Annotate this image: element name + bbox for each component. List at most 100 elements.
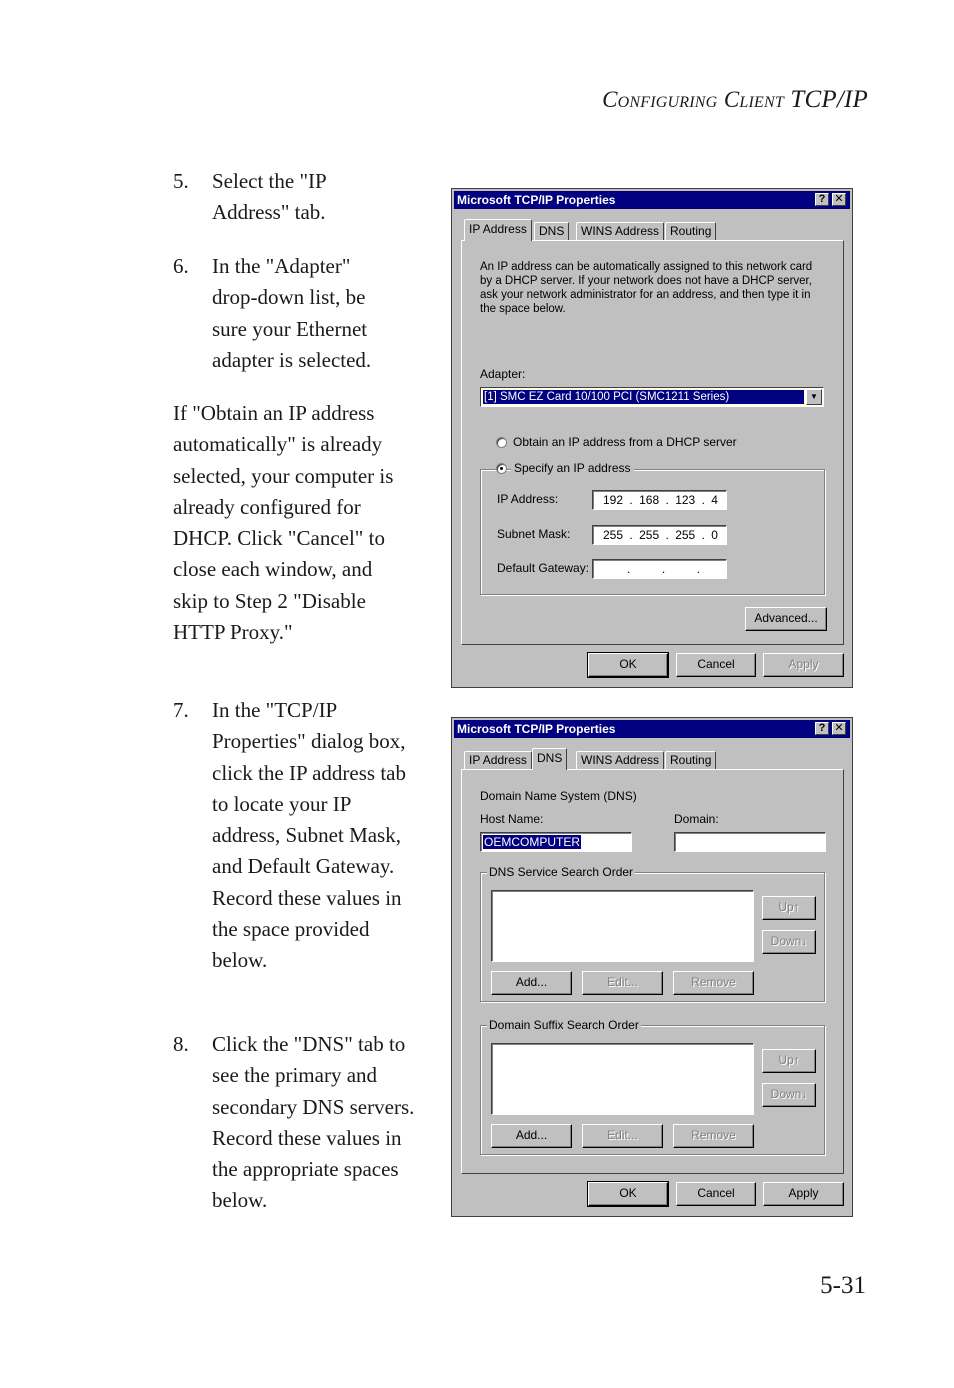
tab-routing[interactable]: Routing	[665, 222, 717, 240]
cancel-button[interactable]: Cancel	[676, 1182, 756, 1206]
suffix-up-button[interactable]: Up↑	[762, 1049, 816, 1073]
page-number: 5-31	[820, 1272, 866, 1299]
cancel-button[interactable]: Cancel	[676, 653, 756, 677]
dns-add-button[interactable]: Add...	[491, 971, 572, 995]
domain-label: Domain:	[674, 812, 719, 826]
step-number: 5.	[173, 169, 189, 193]
default-gateway-field[interactable]: ...	[592, 559, 727, 579]
adapter-dropdown[interactable]: [1] SMC EZ Card 10/100 PCI (SMC1211 Seri…	[480, 387, 824, 407]
dns-search-order-group: DNS Service Search Order Up↑ Down↓ Add..…	[480, 865, 825, 1002]
step-5: 5. Select the "IP Address" tab.	[173, 166, 373, 229]
suffix-add-button[interactable]: Add...	[491, 1124, 572, 1148]
ip-address-label: IP Address:	[497, 492, 559, 506]
suffix-search-order-label: Domain Suffix Search Order	[487, 1018, 641, 1032]
suffix-remove-button[interactable]: Remove	[673, 1124, 754, 1148]
close-button[interactable]: ✕	[832, 722, 846, 735]
dialog-title: Microsoft TCP/IP Properties	[457, 193, 616, 207]
header-word-tcpip: TCP/IP	[790, 86, 868, 113]
octet: 123	[675, 493, 696, 507]
dns-section-label: Domain Name System (DNS)	[480, 789, 637, 803]
question-icon: ?	[818, 193, 826, 205]
domain-suffix-list[interactable]	[491, 1043, 754, 1115]
ok-button[interactable]: OK	[587, 1181, 669, 1207]
ok-button[interactable]: OK	[587, 652, 669, 678]
step-text: Select the "IP Address" tab.	[212, 169, 326, 225]
dns-remove-button[interactable]: Remove	[673, 971, 754, 995]
subnet-mask-label: Subnet Mask:	[497, 527, 571, 541]
step-text: Click the "DNS" tab to see the primary a…	[212, 1032, 415, 1213]
dot: .	[629, 493, 633, 507]
advanced-button[interactable]: Advanced...	[745, 607, 827, 631]
help-button[interactable]: ?	[815, 193, 829, 206]
adapter-label: Adapter:	[480, 367, 526, 381]
host-name-value: OEMCOMPUTER	[483, 835, 581, 849]
close-button[interactable]: ✕	[832, 193, 846, 206]
tab-dns[interactable]: DNS	[534, 222, 570, 240]
header-word-client: Client	[723, 87, 784, 112]
tab-wins-address[interactable]: WINS Address	[576, 222, 665, 240]
step-text: In the "TCP/IP Properties" dialog box, c…	[212, 698, 406, 973]
dns-edit-button[interactable]: Edit...	[582, 971, 663, 995]
octet: 255	[603, 528, 624, 542]
tab-wins-address[interactable]: WINS Address	[576, 751, 665, 769]
dns-search-order-label: DNS Service Search Order	[487, 865, 636, 879]
dot: .	[696, 562, 700, 576]
dot: .	[665, 493, 669, 507]
close-icon: ✕	[834, 193, 844, 205]
octet: 192	[603, 493, 624, 507]
step-8: 8. Click the "DNS" tab to see the primar…	[173, 1029, 415, 1217]
dot: .	[665, 528, 669, 542]
dhcp-note-paragraph: If "Obtain an IP address automatically" …	[173, 401, 394, 645]
dns-up-button[interactable]: Up↑	[762, 896, 816, 920]
host-name-label: Host Name:	[480, 812, 544, 826]
dot: .	[627, 562, 631, 576]
radio-obtain-ip[interactable]	[496, 437, 507, 448]
tab-panel-ip-address: An IP address can be automatically assig…	[461, 240, 844, 645]
tab-ip-address[interactable]: IP Address	[464, 751, 532, 769]
suffix-edit-button[interactable]: Edit...	[582, 1124, 663, 1148]
apply-button[interactable]: Apply	[763, 1182, 844, 1206]
chevron-down-icon[interactable]: ▼	[806, 389, 822, 405]
title-bar: Microsoft TCP/IP Properties ? ✕	[454, 191, 850, 209]
dot: .	[701, 493, 705, 507]
ip-address-field[interactable]: 192. 168. 123. 4	[592, 490, 727, 510]
suffix-search-order-group: Domain Suffix Search Order Up↑ Down↓ Add…	[480, 1018, 825, 1155]
dot: .	[661, 562, 666, 576]
question-icon: ?	[818, 722, 826, 734]
dns-server-list[interactable]	[491, 890, 754, 962]
tab-routing[interactable]: Routing	[665, 751, 717, 769]
step-number: 7.	[173, 698, 189, 722]
tab-panel-dns: Domain Name System (DNS) Host Name: OEMC…	[461, 769, 844, 1174]
dialog-title: Microsoft TCP/IP Properties	[457, 722, 616, 736]
help-button[interactable]: ?	[815, 722, 829, 735]
octet: 0	[711, 528, 718, 542]
host-name-field[interactable]: OEMCOMPUTER	[480, 832, 632, 852]
octet: 255	[639, 528, 660, 542]
header-word-configuring: Configuring	[602, 87, 718, 112]
dot: .	[701, 528, 705, 542]
tcpip-properties-dialog-dns: Microsoft TCP/IP Properties ? ✕ IP Addre…	[451, 717, 853, 1217]
tab-ip-address[interactable]: IP Address	[464, 219, 532, 241]
dns-down-button[interactable]: Down↓	[762, 930, 816, 954]
octet: 255	[675, 528, 696, 542]
tab-dns[interactable]: DNS	[532, 748, 568, 770]
dot: .	[629, 528, 633, 542]
octet: 4	[711, 493, 718, 507]
step-number: 6.	[173, 254, 189, 278]
step-6: 6. In the "Adapter" drop-down list, be s…	[173, 251, 395, 376]
step-number: 8.	[173, 1032, 189, 1056]
tcpip-properties-dialog-ip: Microsoft TCP/IP Properties ? ✕ IP Addre…	[451, 188, 853, 688]
domain-field[interactable]	[674, 832, 826, 852]
step-text: In the "Adapter" drop-down list, be sure…	[212, 254, 372, 372]
suffix-down-button[interactable]: Down↓	[762, 1083, 816, 1107]
gateway-label: Default Gateway:	[497, 561, 590, 575]
radio-obtain-ip-label[interactable]: Obtain an IP address from a DHCP server	[513, 435, 737, 449]
apply-button[interactable]: Apply	[763, 653, 844, 677]
title-bar: Microsoft TCP/IP Properties ? ✕	[454, 720, 850, 738]
radio-specify-ip[interactable]	[496, 463, 507, 474]
subnet-mask-field[interactable]: 255. 255. 255. 0	[592, 525, 727, 545]
adapter-selected-value: [1] SMC EZ Card 10/100 PCI (SMC1211 Seri…	[482, 389, 805, 405]
running-header: Configuring Client TCP/IP	[602, 86, 868, 114]
step-7: 7. In the "TCP/IP Properties" dialog box…	[173, 695, 421, 977]
radio-specify-ip-label[interactable]: Specify an IP address	[511, 461, 634, 475]
